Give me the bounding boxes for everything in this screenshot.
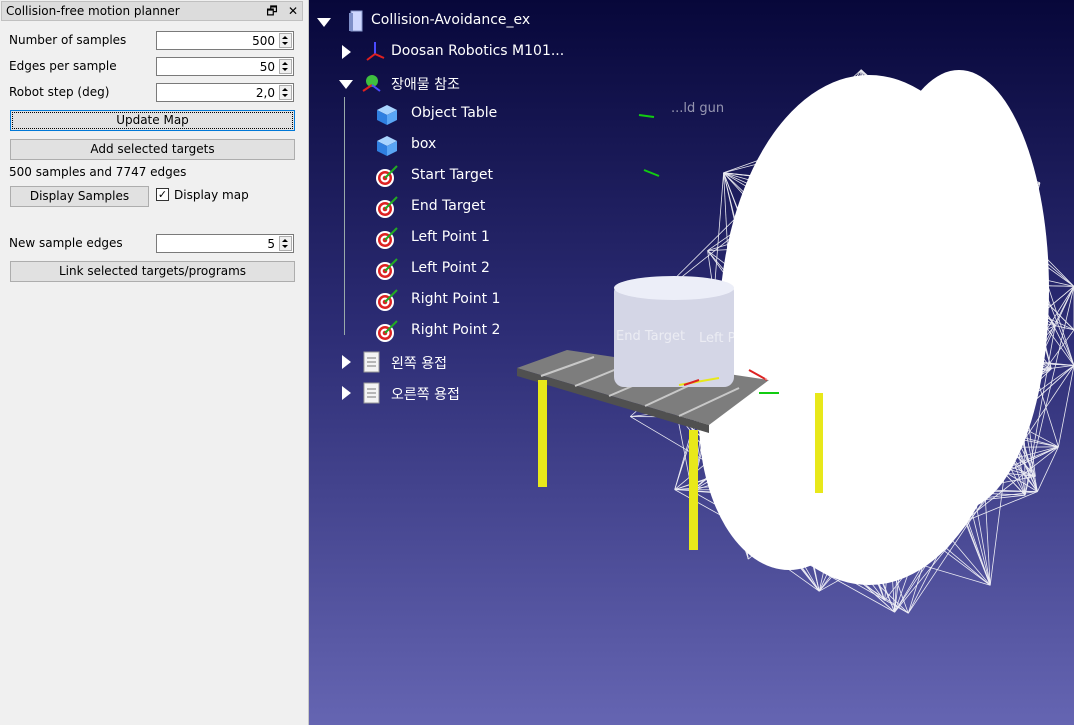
collapse-arrow-icon[interactable]	[317, 18, 331, 27]
target-bullseye-icon	[376, 320, 398, 342]
tree-label[interactable]: Left Point 2	[411, 260, 490, 276]
tree-label[interactable]: box	[411, 136, 436, 152]
table-leg	[689, 430, 698, 550]
num-samples-label: Number of samples	[9, 33, 127, 47]
update-map-button[interactable]: Update Map	[10, 110, 295, 131]
new-sample-edges-value[interactable]: 5	[267, 237, 275, 251]
tree-label[interactable]: Object Table	[411, 105, 497, 121]
robot-frame-icon	[366, 42, 385, 61]
restore-icon[interactable]: 🗗	[264, 3, 280, 19]
target-bullseye-icon	[376, 196, 398, 218]
display-map-checkbox[interactable]: ✓	[156, 188, 169, 201]
spin-arrows-icon[interactable]	[279, 236, 292, 251]
robot-step-value[interactable]: 2,0	[256, 86, 275, 100]
spin-arrows-icon[interactable]	[279, 59, 292, 74]
expand-arrow-icon[interactable]	[342, 386, 351, 400]
spin-arrows-icon[interactable]	[279, 85, 292, 100]
display-map-label[interactable]: Display map	[174, 188, 249, 202]
right-point-label: Right Point 1	[754, 347, 838, 362]
expand-arrow-icon[interactable]	[342, 355, 351, 369]
reference-frame-icon	[362, 75, 381, 92]
end-target-label: End Target	[616, 329, 686, 344]
link-targets-button[interactable]: Link selected targets/programs	[10, 261, 295, 282]
tool-label: ...ld gun	[671, 101, 725, 116]
new-sample-edges-spinbox[interactable]: 5	[156, 234, 294, 253]
robot-base-label: Doosan Robotics M1013 Base	[823, 308, 1016, 323]
motion-planner-panel: Collision-free motion planner 🗗 ✕ Number…	[0, 0, 309, 725]
tree-label[interactable]: Right Point 2	[411, 322, 500, 338]
tree-connector	[344, 97, 345, 335]
tree-label[interactable]: Left Point 1	[411, 229, 490, 245]
tree-label[interactable]: Doosan Robotics M101...	[391, 43, 564, 59]
tree-label[interactable]: Collision-Avoidance_ex	[371, 12, 530, 28]
add-selected-targets-button[interactable]: Add selected targets	[10, 139, 295, 160]
close-icon[interactable]: ✕	[285, 3, 301, 19]
display-samples-button[interactable]: Display Samples	[10, 186, 149, 207]
target-bullseye-icon	[376, 258, 398, 280]
target-bullseye-icon	[376, 227, 398, 249]
document-station-icon	[349, 10, 363, 32]
new-sample-edges-label: New sample edges	[9, 236, 123, 250]
robot-step-label: Robot step (deg)	[9, 85, 110, 99]
start-target-label: Start Target	[764, 369, 841, 384]
edges-per-sample-value[interactable]: 50	[260, 60, 275, 74]
status-text: 500 samples and 7747 edges	[9, 165, 187, 179]
blue-cube-icon	[377, 136, 397, 156]
program-sheet-icon	[363, 382, 380, 404]
tree-label[interactable]: Start Target	[411, 167, 493, 183]
roadmap-core	[699, 70, 1049, 585]
tree-label[interactable]: Right Point 1	[411, 291, 500, 307]
panel-title: Collision-free motion planner	[6, 4, 180, 18]
num-samples-value[interactable]: 500	[252, 34, 275, 48]
edges-per-sample-spinbox[interactable]: 50	[156, 57, 294, 76]
table-leg	[538, 380, 547, 487]
blue-cube-icon	[377, 105, 397, 125]
table-leg	[815, 393, 823, 493]
target-bullseye-icon	[376, 289, 398, 311]
left-point-label: Left Point 1	[699, 331, 773, 346]
edges-per-sample-label: Edges per sample	[9, 59, 117, 73]
tree-label[interactable]: 왼쪽 용접	[391, 353, 447, 373]
spin-arrows-icon[interactable]	[279, 33, 292, 48]
expand-arrow-icon[interactable]	[342, 45, 351, 59]
tree-label[interactable]: 오른쪽 용접	[391, 384, 460, 404]
tree-label[interactable]: 장애물 참조	[391, 74, 460, 94]
3d-viewport[interactable]: ...ld gun Doosan Robotics M1013 Base End…	[309, 0, 1074, 725]
tree-label[interactable]: End Target	[411, 198, 485, 214]
num-samples-spinbox[interactable]: 500	[156, 31, 294, 50]
target-bullseye-icon	[376, 165, 398, 187]
roadmap-edge	[1037, 446, 1059, 492]
collapse-arrow-icon[interactable]	[339, 80, 353, 89]
program-sheet-icon	[363, 351, 380, 373]
panel-title-bar: Collision-free motion planner 🗗 ✕	[1, 1, 303, 21]
robot-step-spinbox[interactable]: 2,0	[156, 83, 294, 102]
